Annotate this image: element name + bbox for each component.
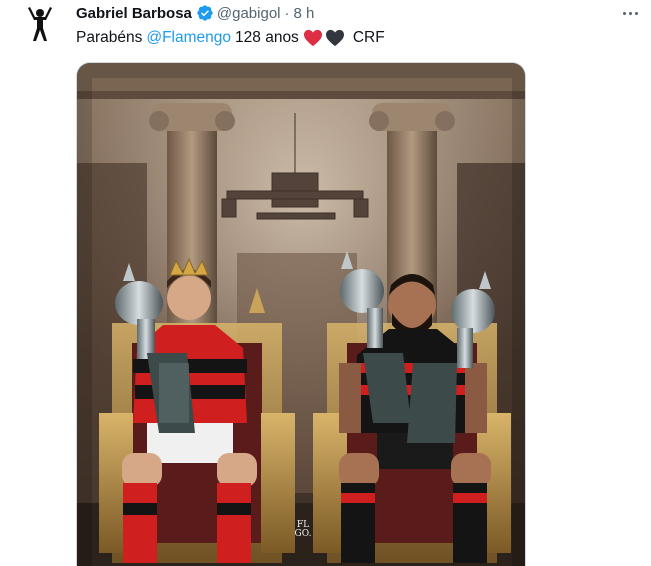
tweet-text-start: Parabéns xyxy=(76,29,143,46)
red-heart-icon xyxy=(303,29,322,47)
verified-badge-icon xyxy=(197,5,213,21)
tweet-text-end: CRF xyxy=(352,29,385,46)
author-handle[interactable]: @gabigol xyxy=(217,5,281,22)
heart-emojis xyxy=(303,29,347,47)
black-heart-icon xyxy=(325,29,344,47)
timestamp[interactable]: 8 h xyxy=(294,5,315,22)
tweet-text-middle: 128 anos xyxy=(235,29,299,46)
more-options-icon[interactable] xyxy=(616,2,644,24)
image-watermark: FL GO. xyxy=(294,520,312,539)
tweet-media-image[interactable]: FL GO. xyxy=(76,62,526,566)
author-name[interactable]: Gabriel Barbosa xyxy=(76,5,192,22)
throne-artwork-image xyxy=(77,63,525,566)
mention-link[interactable]: @Flamengo xyxy=(146,28,231,48)
avatar[interactable] xyxy=(24,6,56,42)
tweet-header: Gabriel Barbosa @gabigol · 8 h xyxy=(76,3,314,23)
silhouette-avatar-icon xyxy=(28,7,52,41)
separator-dot: · xyxy=(284,4,290,22)
tweet: Gabriel Barbosa @gabigol · 8 h Parabéns … xyxy=(0,0,651,566)
tweet-text: Parabéns @Flamengo 128 anos CRF xyxy=(76,28,385,48)
